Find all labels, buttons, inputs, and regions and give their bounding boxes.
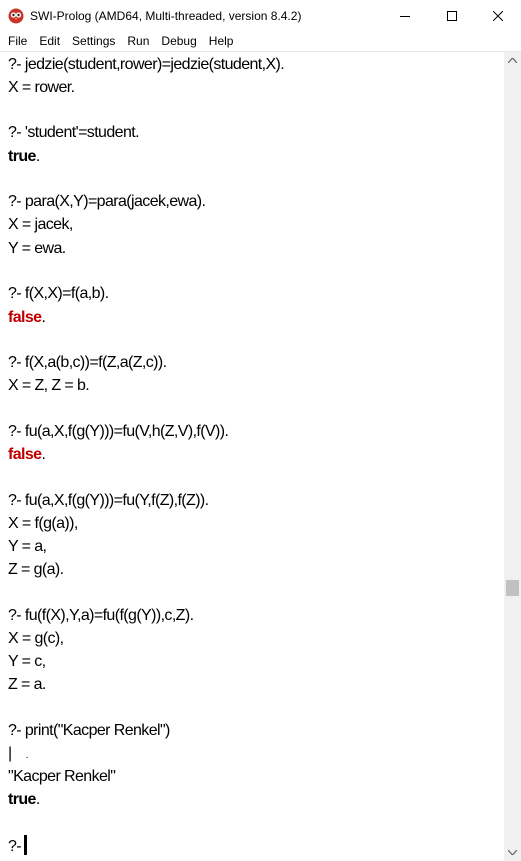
answer-terminator: . <box>35 791 40 808</box>
menu-help[interactable]: Help <box>205 31 238 51</box>
scroll-down-button[interactable] <box>504 844 521 861</box>
answer-line: X = rower. <box>8 79 75 96</box>
scroll-up-arrow-icon <box>508 58 517 63</box>
query-line: ?- jedzie(student,rower)=jedzie(student,… <box>8 56 285 73</box>
maximize-icon <box>447 10 457 21</box>
answer-terminator: . <box>41 309 46 326</box>
minimize-icon <box>400 15 410 17</box>
minimize-button[interactable] <box>382 0 428 31</box>
console-output[interactable]: ?- jedzie(student,rower)=jedzie(student,… <box>0 52 504 861</box>
answer-line: X = jacek, <box>8 216 73 233</box>
prolog-window: SWI-Prolog (AMD64, Multi-threaded, versi… <box>0 0 521 861</box>
query-line: ?- print("Kacper Renkel") <box>8 722 170 739</box>
input-continuation-line: |. <box>8 744 28 765</box>
continuation-pipe: | <box>8 745 12 762</box>
menu-bar: File Edit Settings Run Debug Help <box>0 31 521 51</box>
false-result: false <box>8 309 42 326</box>
menu-run[interactable]: Run <box>123 31 153 51</box>
answer-line: X = g(c), <box>8 630 64 647</box>
scroll-down-arrow-icon <box>508 850 517 855</box>
window-title: SWI-Prolog (AMD64, Multi-threaded, versi… <box>30 8 302 23</box>
close-button[interactable] <box>475 0 521 31</box>
query-line: ?- fu(f(X),Y,a)=fu(f(g(Y)),c,Z). <box>8 607 194 624</box>
answer-line: Y = c, <box>8 653 46 670</box>
prompt: ?- <box>8 838 22 855</box>
answer-line: Y = ewa. <box>8 240 66 257</box>
query-line: ?- 'student'=student. <box>8 124 140 141</box>
vertical-scrollbar[interactable] <box>504 52 521 861</box>
true-result: true <box>8 791 36 808</box>
query-line: ?- para(X,Y)=para(jacek,ewa). <box>8 193 206 210</box>
menu-file[interactable]: File <box>4 31 31 51</box>
menu-edit[interactable]: Edit <box>35 31 64 51</box>
answer-line: true. <box>8 790 40 809</box>
scrollbar-thumb[interactable] <box>506 580 519 596</box>
query-line: ?- f(X,X)=f(a,b). <box>8 285 109 302</box>
continuation-dot: . <box>25 750 29 761</box>
menu-settings[interactable]: Settings <box>68 31 119 51</box>
answer-terminator: . <box>35 148 40 165</box>
title-bar[interactable]: SWI-Prolog (AMD64, Multi-threaded, versi… <box>0 0 521 31</box>
answer-line: X = f(g(a)), <box>8 515 78 532</box>
answer-line: Z = a. <box>8 676 46 693</box>
maximize-button[interactable] <box>429 0 475 31</box>
text-cursor <box>24 835 28 855</box>
close-icon <box>493 10 503 21</box>
menu-debug[interactable]: Debug <box>157 31 200 51</box>
query-line: ?- f(X,a(b,c))=f(Z,a(Z,c)). <box>8 354 167 371</box>
answer-line: true. <box>8 147 40 166</box>
answer-line: false. <box>8 308 46 327</box>
query-line: ?- fu(a,X,f(g(Y)))=fu(V,h(Z,V),f(V)). <box>8 423 229 440</box>
answer-line: Y = a, <box>8 538 47 555</box>
answer-line: Z = g(a). <box>8 561 64 578</box>
scroll-up-button[interactable] <box>504 52 521 69</box>
query-line: ?- fu(a,X,f(g(Y)))=fu(Y,f(Z),f(Z)). <box>8 492 209 509</box>
answer-terminator: . <box>41 446 46 463</box>
answer-line: false. <box>8 445 46 464</box>
print-output-line: "Kacper Renkel" <box>8 768 116 785</box>
answer-line: X = Z, Z = b. <box>8 377 90 394</box>
prompt-line[interactable]: ?- <box>8 835 28 856</box>
swi-prolog-owl-icon <box>8 8 24 23</box>
true-result: true <box>8 148 36 165</box>
false-result: false <box>8 446 42 463</box>
